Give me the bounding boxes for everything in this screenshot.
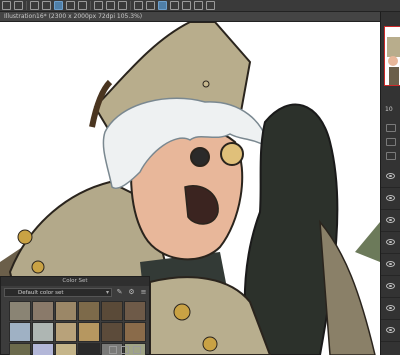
- toolbar-divider: [130, 1, 131, 10]
- ruler-icon[interactable]: [182, 1, 191, 10]
- color-swatch[interactable]: [32, 343, 54, 355]
- layer-row[interactable]: [381, 254, 400, 276]
- select-icon[interactable]: [42, 1, 51, 10]
- color-swatch[interactable]: [101, 322, 123, 342]
- add-color-icon[interactable]: [109, 346, 117, 354]
- settings-icon[interactable]: ⚙: [127, 288, 136, 297]
- color-swatch[interactable]: [78, 301, 100, 321]
- layer-icon[interactable]: [170, 1, 179, 10]
- color-set-title: Color Set: [1, 277, 149, 286]
- eye-icon[interactable]: [386, 173, 395, 179]
- hand-icon[interactable]: [206, 1, 215, 10]
- brush-icon[interactable]: [66, 1, 75, 10]
- menu-icon[interactable]: ≡: [139, 288, 148, 297]
- color-set-panel: Color Set Default color set ▾ ✎ ⚙ ≡: [0, 276, 150, 355]
- layer-row[interactable]: [381, 210, 400, 232]
- layer-row[interactable]: [381, 166, 400, 188]
- color-swatch[interactable]: [55, 301, 77, 321]
- eye-icon[interactable]: [386, 217, 395, 223]
- right-side-panel: 10: [380, 12, 400, 355]
- eye-icon[interactable]: [386, 283, 395, 289]
- toolbar-divider: [26, 1, 27, 10]
- transform-icon[interactable]: [30, 1, 39, 10]
- color-swatch[interactable]: [55, 322, 77, 342]
- color-swatch[interactable]: [9, 343, 31, 355]
- fill-icon[interactable]: [54, 1, 63, 10]
- color-swatch[interactable]: [32, 301, 54, 321]
- color-swatch[interactable]: [101, 301, 123, 321]
- gradient-icon[interactable]: [146, 1, 155, 10]
- top-toolbar: [0, 0, 400, 12]
- navigator-tool-icon[interactable]: [386, 124, 396, 132]
- layer-properties-icon[interactable]: [386, 138, 396, 146]
- color-swatch[interactable]: [9, 301, 31, 321]
- document-tab[interactable]: Illustration16* (2300 x 2000px 72dpi 105…: [0, 12, 380, 22]
- chevron-down-icon: ▾: [105, 289, 109, 296]
- text-icon[interactable]: [194, 1, 203, 10]
- color-swatch[interactable]: [124, 322, 146, 342]
- edit-set-icon[interactable]: ✎: [115, 288, 124, 297]
- replace-color-icon[interactable]: [121, 346, 129, 354]
- color-swatch[interactable]: [55, 343, 77, 355]
- redo2-icon[interactable]: [118, 1, 127, 10]
- eye-icon[interactable]: [386, 195, 395, 201]
- eraser-icon[interactable]: [78, 1, 87, 10]
- rotate-icon[interactable]: [106, 1, 115, 10]
- undo-icon[interactable]: [2, 1, 11, 10]
- toolbar-divider: [90, 1, 91, 10]
- redo-icon[interactable]: [14, 1, 23, 10]
- pen-icon[interactable]: [134, 1, 143, 10]
- layer-row[interactable]: [381, 276, 400, 298]
- eye-icon[interactable]: [386, 305, 395, 311]
- layer-row[interactable]: [381, 320, 400, 342]
- color-swatch[interactable]: [9, 322, 31, 342]
- clip-studio-window: Illustration16* (2300 x 2000px 72dpi 105…: [0, 0, 400, 355]
- active-brush-icon[interactable]: [158, 1, 167, 10]
- move-icon[interactable]: [94, 1, 103, 10]
- navigator-thumbnail[interactable]: [384, 26, 400, 86]
- color-set-name: Default color set: [18, 290, 64, 296]
- eye-icon[interactable]: [386, 239, 395, 245]
- color-swatch[interactable]: [78, 322, 100, 342]
- layer-menu-icon[interactable]: [386, 152, 396, 160]
- layer-row[interactable]: [381, 188, 400, 210]
- layer-row[interactable]: [381, 232, 400, 254]
- zoom-readout: 10: [385, 106, 393, 113]
- color-swatch[interactable]: [32, 322, 54, 342]
- layer-row[interactable]: [381, 298, 400, 320]
- eye-icon[interactable]: [386, 327, 395, 333]
- color-set-dropdown[interactable]: Default color set ▾: [4, 288, 112, 297]
- color-swatch[interactable]: [78, 343, 100, 355]
- document-title: Illustration16* (2300 x 2000px 72dpi 105…: [4, 13, 143, 20]
- delete-color-icon[interactable]: [133, 346, 141, 354]
- eye-icon[interactable]: [386, 261, 395, 267]
- color-set-actions: [109, 346, 141, 354]
- color-swatch[interactable]: [124, 301, 146, 321]
